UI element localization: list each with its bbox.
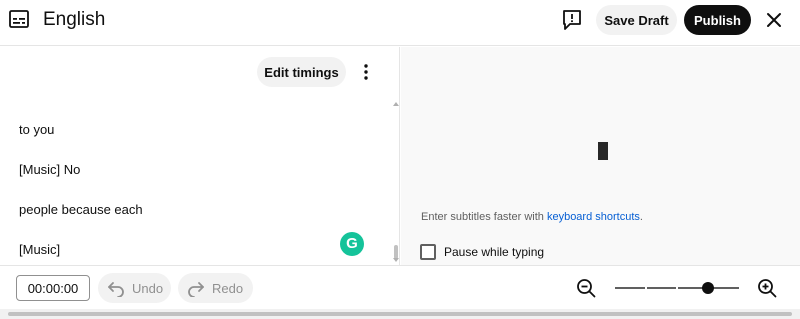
video-preview-panel: Enter subtitles faster with keyboard sho…	[401, 47, 800, 265]
subtitle-line[interactable]: [Music] No	[19, 162, 80, 177]
scroll-up-arrow[interactable]	[393, 101, 399, 107]
pause-while-typing-label: Pause while typing	[444, 245, 545, 259]
edit-timings-button[interactable]: Edit timings	[257, 57, 346, 87]
redo-label: Redo	[212, 281, 244, 296]
feedback-icon[interactable]	[562, 9, 582, 31]
undo-label: Undo	[132, 281, 164, 296]
keyboard-shortcuts-link[interactable]: keyboard shortcuts	[547, 211, 640, 223]
redo-button[interactable]: Redo	[178, 273, 253, 303]
zoom-out-icon[interactable]	[576, 278, 596, 298]
undo-icon	[108, 282, 124, 297]
tip-text: Enter subtitles faster with	[421, 211, 547, 223]
subtitle-editor: Edit timings to you [Music] No people be…	[0, 47, 400, 265]
tip-end: .	[639, 211, 643, 223]
horizontal-scrollbar-thumb[interactable]	[8, 312, 792, 316]
slider-tick	[645, 286, 647, 290]
pause-while-typing-checkbox[interactable]	[420, 244, 436, 260]
subtitle-line[interactable]: to you	[19, 122, 54, 137]
zoom-in-icon[interactable]	[757, 278, 777, 298]
publish-button[interactable]: Publish	[684, 5, 751, 35]
page-title: English	[43, 9, 106, 30]
save-draft-button[interactable]: Save Draft	[596, 5, 677, 35]
zoom-slider[interactable]	[615, 282, 739, 294]
zoom-slider-handle[interactable]	[702, 282, 714, 294]
timestamp-input[interactable]	[16, 275, 90, 301]
slider-tick	[676, 286, 678, 290]
grammarly-icon[interactable]: G	[340, 232, 364, 256]
more-vert-icon[interactable]	[361, 63, 371, 81]
horizontal-scrollbar[interactable]	[0, 309, 800, 319]
redo-icon	[188, 282, 204, 297]
editor-header: English Save Draft Publish	[0, 0, 800, 46]
bottom-toolbar: Undo Redo	[0, 265, 800, 309]
close-icon[interactable]	[765, 11, 783, 29]
subtitle-line[interactable]: [Music]	[19, 242, 60, 257]
scroll-down-arrow[interactable]	[393, 257, 399, 263]
shortcuts-tip: Enter subtitles faster with keyboard sho…	[421, 211, 643, 223]
video-frame	[598, 142, 608, 160]
undo-button[interactable]: Undo	[98, 273, 171, 303]
subtitles-icon	[9, 10, 29, 28]
subtitle-line[interactable]: people because each	[19, 202, 143, 217]
